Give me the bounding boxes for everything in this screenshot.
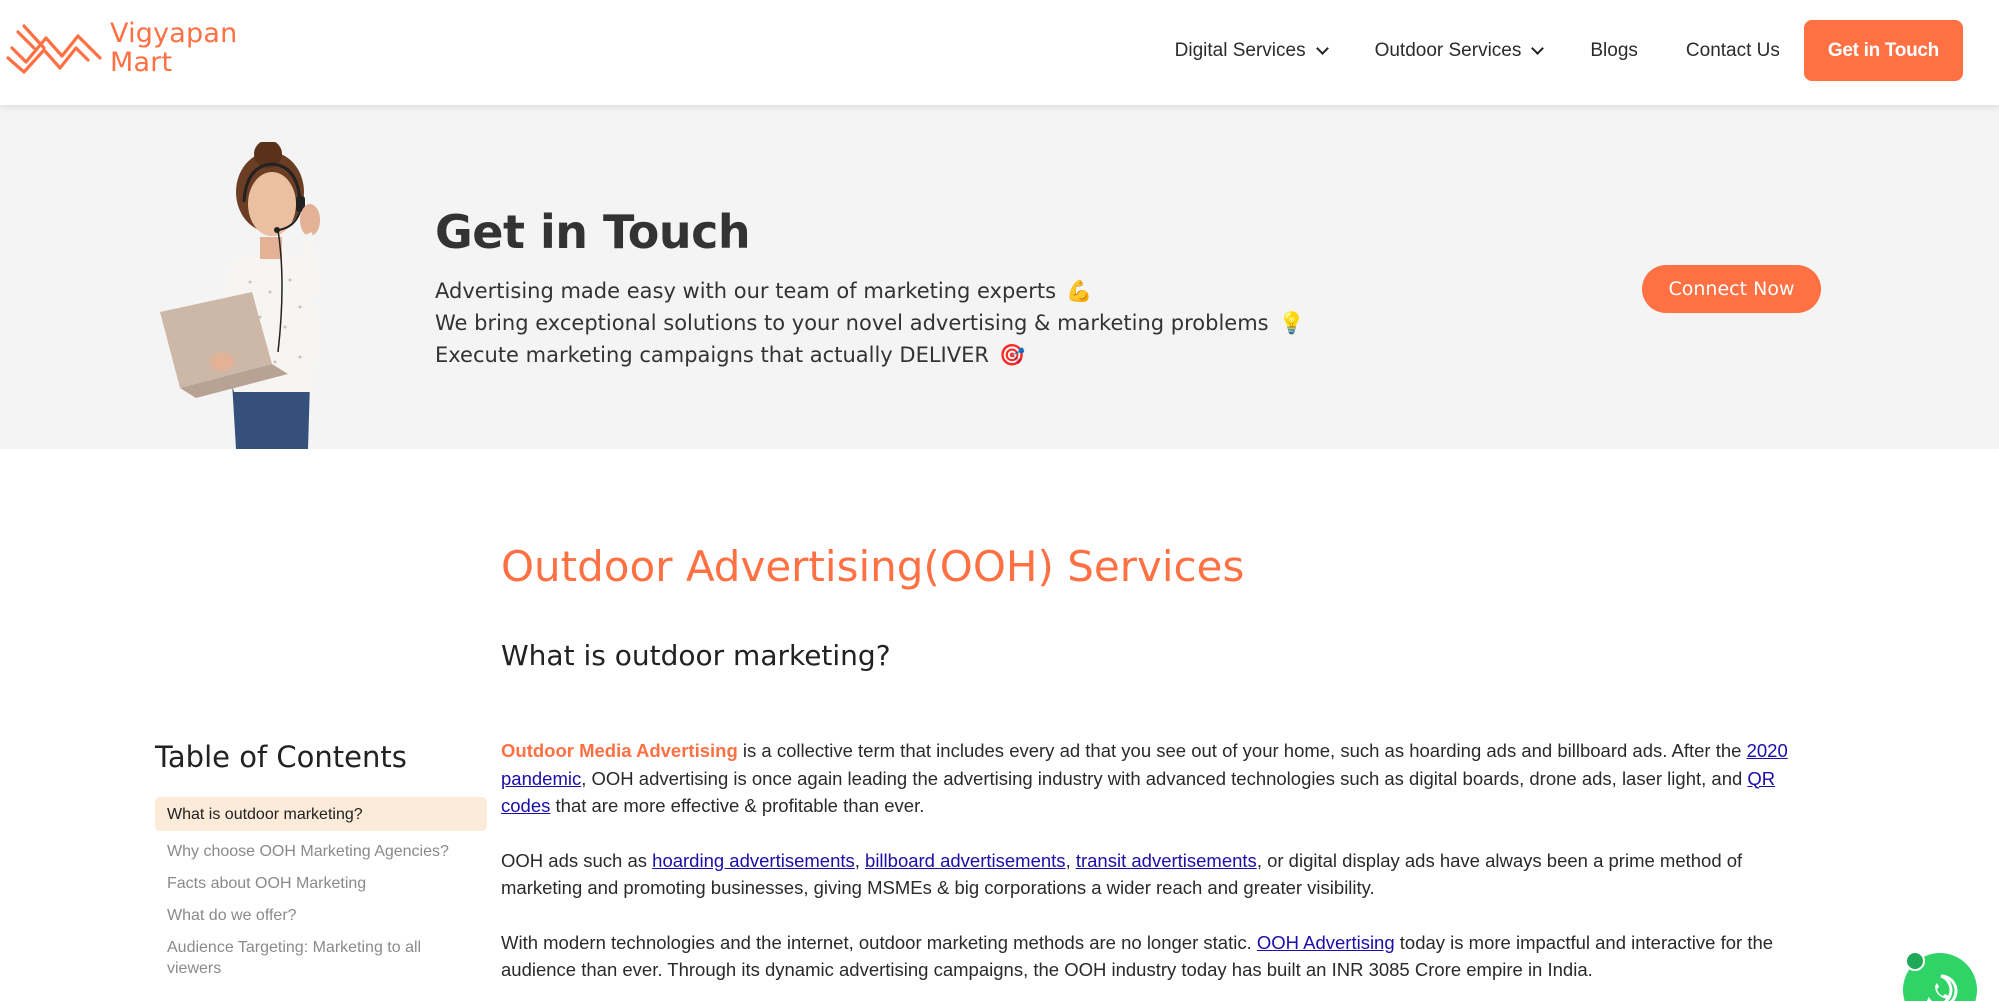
logo-line-2: Mart bbox=[110, 47, 173, 78]
nav-digital-services[interactable]: Digital Services bbox=[1174, 39, 1329, 62]
nav-outdoor-services[interactable]: Outdoor Services bbox=[1374, 39, 1545, 62]
site-logo[interactable]: Vigyapan Mart bbox=[4, 18, 237, 78]
banner-line-3: Execute marketing campaigns that actuall… bbox=[435, 339, 1305, 371]
p1-text-2: , OOH advertising is once again leading … bbox=[581, 767, 1748, 789]
banner-line-1: Advertising made easy with our team of m… bbox=[435, 275, 1305, 307]
notification-dot bbox=[1905, 951, 1925, 971]
page-title: Outdoor Advertising(OOH) Services bbox=[501, 542, 1245, 591]
p1-text-3: that are more effective & profitable tha… bbox=[550, 795, 925, 816]
chevron-down-icon bbox=[1531, 41, 1545, 55]
nav-contact-us[interactable]: Contact Us bbox=[1686, 40, 1780, 62]
toc-item-what-is-outdoor-marketing[interactable]: What is outdoor marketing? bbox=[155, 797, 487, 831]
paragraph-1: Outdoor Media Advertising is a collectiv… bbox=[501, 737, 1813, 820]
vigyapan-mart-logo-icon bbox=[6, 24, 102, 74]
p2-text-1: OOH ads such as bbox=[501, 849, 653, 871]
chevron-down-icon bbox=[1315, 41, 1329, 55]
section-heading: What is outdoor marketing? bbox=[501, 639, 891, 672]
nav-digital-services-label: Digital Services bbox=[1174, 39, 1306, 61]
banner-line-2: We bring exceptional solutions to your n… bbox=[435, 307, 1305, 339]
whatsapp-icon bbox=[1927, 974, 1958, 1001]
support-agent-image bbox=[160, 142, 322, 449]
light-bulb-icon: 💡 bbox=[1278, 311, 1305, 335]
toc-item-facts[interactable]: Facts about OOH Marketing bbox=[155, 873, 487, 894]
p3-text-1: With modern technologies and the interne… bbox=[501, 931, 1257, 953]
link-transit-advertisements[interactable]: transit advertisements bbox=[1076, 850, 1257, 871]
toc-item-why-choose-ooh[interactable]: Why choose OOH Marketing Agencies? bbox=[155, 841, 487, 862]
main-nav: Digital Services Outdoor Services Blogs … bbox=[1175, 20, 1963, 81]
paragraph-2: OOH ads such as hoarding advertisements,… bbox=[501, 847, 1813, 902]
p2-sep-2: , bbox=[1065, 849, 1076, 871]
logo-line-1: Vigyapan bbox=[110, 18, 238, 49]
logo-text: Vigyapan Mart bbox=[106, 19, 237, 77]
highlight-text: Outdoor Media Advertising bbox=[501, 740, 738, 761]
table-of-contents: Table of Contents What is outdoor market… bbox=[155, 740, 487, 990]
flexed-biceps-icon: 💪 bbox=[1066, 279, 1093, 303]
site-header: Vigyapan Mart Digital Services Outdoor S… bbox=[0, 0, 1999, 105]
link-hoarding-advertisements[interactable]: hoarding advertisements bbox=[652, 850, 855, 871]
target-icon: 🎯 bbox=[998, 343, 1026, 367]
banner-lines: Advertising made easy with our team of m… bbox=[435, 275, 1305, 371]
article-body: Outdoor Media Advertising is a collectiv… bbox=[501, 737, 1813, 1001]
link-billboard-advertisements[interactable]: billboard advertisements bbox=[865, 850, 1066, 871]
toc-item-audience-targeting[interactable]: Audience Targeting: Marketing to all vie… bbox=[155, 937, 487, 979]
banner-line-3-text: Execute marketing campaigns that actuall… bbox=[435, 343, 989, 367]
nav-contact-us-label: Contact Us bbox=[1685, 39, 1780, 61]
contact-banner: Get in Touch Advertising made easy with … bbox=[0, 105, 1999, 449]
nav-blogs[interactable]: Blogs bbox=[1590, 40, 1638, 62]
get-in-touch-button[interactable]: Get in Touch bbox=[1803, 20, 1963, 81]
p1-text-1: is a collective term that includes every… bbox=[737, 740, 1747, 761]
toc-item-what-we-offer[interactable]: What do we offer? bbox=[155, 905, 487, 926]
paragraph-3: With modern technologies and the interne… bbox=[501, 929, 1813, 984]
banner-title: Get in Touch bbox=[435, 205, 751, 259]
link-ooh-advertising[interactable]: OOH Advertising bbox=[1257, 932, 1395, 953]
nav-outdoor-services-label: Outdoor Services bbox=[1374, 39, 1522, 61]
banner-line-2-text: We bring exceptional solutions to your n… bbox=[435, 311, 1269, 335]
p2-sep-1: , bbox=[854, 849, 866, 871]
toc-title: Table of Contents bbox=[155, 740, 407, 774]
connect-now-button[interactable]: Connect Now bbox=[1642, 265, 1821, 313]
banner-line-1-text: Advertising made easy with our team of m… bbox=[435, 279, 1057, 303]
nav-blogs-label: Blogs bbox=[1590, 39, 1638, 61]
